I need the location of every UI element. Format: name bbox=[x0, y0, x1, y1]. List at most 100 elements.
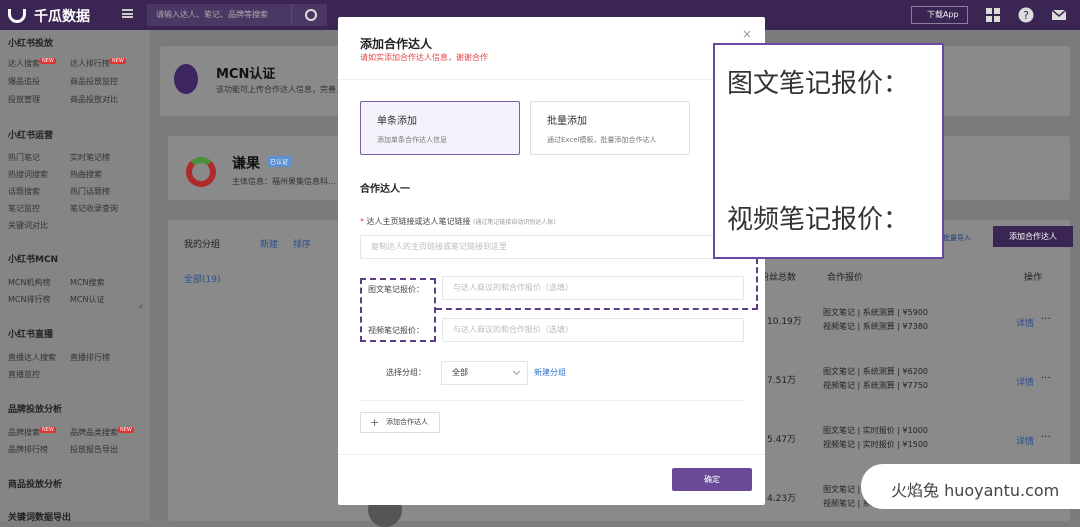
sidebar-item[interactable]: 达人搜索 NEW bbox=[8, 58, 56, 69]
option-desc: 通过Excel模板，批量添加合作达人 bbox=[547, 136, 657, 144]
connector-line bbox=[756, 258, 758, 310]
sidebar-item[interactable]: MCN排行榜 bbox=[8, 294, 50, 305]
sidebar: 小红书投放 达人搜索 NEW 达人排行榜 NEW 爆品追投 商品投放监控 投放管理 … bbox=[0, 30, 150, 523]
option-title: 批量添加 bbox=[547, 116, 587, 127]
detail-link[interactable]: 详情 bbox=[1016, 316, 1034, 329]
option-desc: 添加单条合作达人信息 bbox=[377, 136, 447, 144]
svg-text:?: ? bbox=[1023, 9, 1029, 22]
brand-name: 千瓜数据 bbox=[34, 9, 90, 25]
sidebar-item[interactable]: 品牌排行榜 bbox=[8, 444, 48, 455]
add-kol-button[interactable]: 添加合作达人 bbox=[993, 226, 1073, 247]
callout-image-price: 图文笔记报价： bbox=[727, 69, 910, 99]
sidebar-item[interactable]: 直播达人搜索 bbox=[8, 352, 56, 363]
price-cell: 图文笔记 | 系统测算 | ¥5900 视频笔记 | 系统测算 | ¥7380 bbox=[823, 308, 929, 331]
close-icon[interactable]: × bbox=[742, 27, 752, 41]
group-select[interactable]: 全部 bbox=[441, 361, 528, 385]
sidebar-item[interactable]: 投放报告导出 bbox=[70, 444, 118, 455]
detail-link[interactable]: 详情 bbox=[1016, 375, 1034, 388]
mcn-icon bbox=[174, 64, 198, 94]
price-cell: 图文笔记 | 系统测算 | ¥6200 视频笔记 | 系统测算 | ¥7750 bbox=[823, 367, 929, 390]
more-icon[interactable]: ··· bbox=[1041, 314, 1051, 325]
new-badge: NEW bbox=[40, 427, 56, 433]
connector-line bbox=[436, 308, 758, 310]
fans-cell: 7.51万 bbox=[767, 376, 797, 386]
sidebar-item[interactable]: 笔记监控 bbox=[8, 203, 40, 214]
sidebar-item[interactable]: 投放管理 bbox=[8, 94, 40, 105]
sidebar-item[interactable]: 实时笔记榜 bbox=[70, 152, 110, 163]
sidebar-item[interactable]: 热曲搜索 bbox=[70, 169, 102, 180]
collapse-sidebar-icon[interactable]: « bbox=[138, 302, 144, 312]
divider bbox=[338, 79, 765, 80]
more-icon[interactable]: ··· bbox=[1041, 432, 1051, 443]
sidebar-item[interactable]: MCN认证 bbox=[70, 294, 104, 305]
sidebar-item[interactable]: MCN搜索 bbox=[70, 277, 104, 288]
single-add-option[interactable]: 单条添加 添加单条合作达人信息 bbox=[360, 101, 520, 155]
new-group-link[interactable]: 新建分组 bbox=[534, 367, 566, 378]
sidebar-item[interactable]: MCN机构榜 bbox=[8, 277, 50, 288]
sidebar-item[interactable]: 笔记收录查询 bbox=[70, 203, 118, 214]
new-badge: NEW bbox=[40, 58, 56, 64]
kol-section-title: 合作达人一 bbox=[360, 184, 410, 195]
add-another-kol-button[interactable]: 添加合作达人 bbox=[360, 412, 440, 433]
add-kol-modal: 添加合作达人 请如实添加合作达人信息，谢谢合作 × 单条添加 添加单条合作达人信… bbox=[338, 17, 765, 505]
more-icon[interactable]: ··· bbox=[1041, 373, 1051, 384]
search-input[interactable]: 请输入达人、笔记、品牌等搜索 bbox=[147, 4, 291, 26]
image-price-input[interactable]: 与达人商议的和合作报价（选填） bbox=[442, 276, 744, 300]
video-price-input[interactable]: 与达人商议的和合作报价（选填） bbox=[442, 318, 744, 342]
sort-group-link[interactable]: 排序 bbox=[293, 237, 311, 250]
download-app-button[interactable]: 下载App bbox=[911, 6, 968, 24]
sidebar-section-title: 小红书直播 bbox=[8, 330, 54, 340]
detail-link[interactable]: 详情 bbox=[1016, 434, 1034, 447]
confirm-button[interactable]: 确定 bbox=[672, 468, 752, 491]
callout-video-price: 视频笔记报价： bbox=[727, 205, 910, 235]
verified-badge: 已认证 bbox=[267, 156, 292, 167]
link-hint: (通过笔记链接自动识别达人账) bbox=[473, 219, 556, 226]
group-all-item[interactable]: 全部(19) bbox=[184, 272, 220, 285]
option-title: 单条添加 bbox=[377, 116, 417, 127]
sidebar-item[interactable]: 直播排行榜 bbox=[70, 352, 110, 363]
new-group-link[interactable]: 新建 bbox=[260, 237, 278, 250]
sidebar-item[interactable]: 商品投放对比 bbox=[70, 94, 118, 105]
column-header-price: 合作报价 bbox=[827, 273, 864, 283]
logo-icon bbox=[8, 9, 26, 23]
divider bbox=[360, 400, 744, 401]
sidebar-item[interactable]: 直播监控 bbox=[8, 369, 40, 380]
sidebar-item[interactable]: 品牌搜索 NEW bbox=[8, 427, 56, 438]
batch-import-link[interactable]: 批量导入 bbox=[943, 233, 971, 243]
new-badge: NEW bbox=[118, 427, 134, 433]
sidebar-item[interactable]: 达人排行榜 NEW bbox=[70, 58, 126, 69]
link-label: * 达人主页链接或达人笔记链接 (通过笔记链接自动识别达人账) bbox=[360, 217, 556, 226]
sidebar-item[interactable]: 话题搜索 bbox=[8, 186, 40, 197]
menu-toggle-icon[interactable] bbox=[122, 9, 133, 18]
new-badge: NEW bbox=[110, 58, 126, 64]
logo[interactable]: 千瓜数据 bbox=[8, 6, 90, 26]
brand-logo bbox=[186, 157, 216, 187]
sidebar-item[interactable]: 热门笔记 bbox=[8, 152, 40, 163]
sidebar-item[interactable]: 商品投放监控 bbox=[70, 76, 118, 87]
watermark: 火焰兔 huoyantu.com bbox=[861, 464, 1080, 509]
sidebar-item[interactable]: 热搜词搜索 bbox=[8, 169, 48, 180]
sidebar-section-title[interactable]: 商品投放分析 bbox=[8, 477, 62, 490]
sidebar-section-title: 小红书MCN bbox=[8, 255, 59, 265]
batch-add-option[interactable]: 批量添加 通过Excel模板，批量添加合作达人 bbox=[530, 101, 690, 155]
price-cell: 图文笔记 | 实时报价 | ¥1000 视频笔记 | 实时报价 | ¥1500 bbox=[823, 426, 929, 449]
sidebar-item[interactable]: 品牌品类搜索 NEW bbox=[70, 427, 134, 438]
group-select-label: 选择分组： bbox=[386, 368, 426, 377]
divider bbox=[338, 454, 765, 455]
page-subtitle: 该功能可上传合作达人信息，完善… bbox=[216, 85, 344, 94]
column-header-fans: 粉丝总数 bbox=[760, 273, 797, 283]
sidebar-item[interactable]: 爆品追投 bbox=[8, 76, 40, 87]
grid-icon[interactable] bbox=[985, 7, 1001, 23]
fans-cell: 10.19万 bbox=[767, 317, 802, 327]
mail-icon[interactable] bbox=[1051, 7, 1067, 23]
sidebar-section-title[interactable]: 关键词数据导出 bbox=[8, 510, 71, 523]
search-icon[interactable] bbox=[291, 4, 327, 26]
page-title: MCN认证 bbox=[216, 67, 276, 82]
kol-link-input[interactable]: 复制达人的主页链接或笔记链接到这里 bbox=[360, 235, 744, 259]
help-icon[interactable]: ? bbox=[1018, 7, 1034, 23]
sidebar-item[interactable]: 关键词对比 bbox=[8, 220, 48, 231]
sidebar-item[interactable]: 热门话题榜 bbox=[70, 186, 110, 197]
sidebar-section-title: 品牌投放分析 bbox=[8, 405, 63, 415]
fans-cell: 5.47万 bbox=[767, 435, 797, 445]
modal-subtitle: 请如实添加合作达人信息，谢谢合作 bbox=[360, 53, 488, 62]
